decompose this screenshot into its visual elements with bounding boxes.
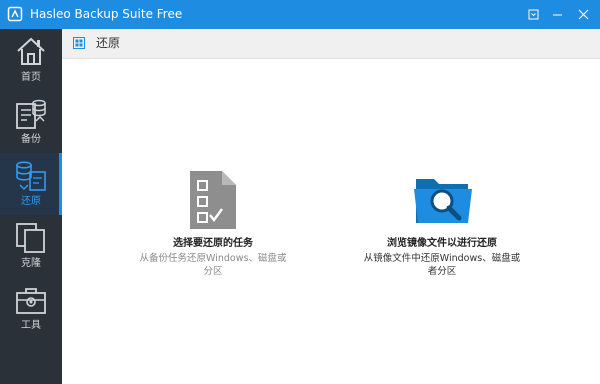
app-logo-icon [7,6,23,22]
grid-icon [73,37,85,49]
card-description: 从镜像文件中还原Windows、磁盘或者分区 [363,253,521,277]
folder-search-icon [414,179,472,223]
sidebar-item-backup[interactable]: 备份 [0,91,62,153]
toolbox-icon [16,288,46,314]
card-description: 从备份任务还原Windows、磁盘或分区 [139,253,287,277]
minimize-button[interactable] [546,0,568,29]
card-title: 浏览镜像文件以进行还原 [387,238,497,249]
sidebar: 首页 备份 还原 克隆 工具 [0,29,62,384]
menu-icon [528,9,538,20]
close-icon [578,9,588,20]
backup-icon [16,99,46,129]
minimize-icon [552,14,562,16]
checklist-document-icon [190,171,236,229]
sidebar-item-label: 克隆 [21,258,41,269]
home-icon [17,37,45,65]
sidebar-item-label: 还原 [21,196,41,207]
sidebar-item-label: 首页 [21,72,41,83]
close-button[interactable] [572,0,594,29]
sidebar-item-label: 工具 [21,320,41,331]
restore-icon [16,161,46,191]
clone-icon [16,223,45,253]
card-title: 选择要还原的任务 [173,238,253,249]
title-bar: Hasleo Backup Suite Free [0,0,600,29]
sidebar-item-home[interactable]: 首页 [0,29,62,91]
menu-button[interactable] [522,0,544,29]
page-title: 还原 [96,36,121,50]
sidebar-item-tools[interactable]: 工具 [0,277,62,339]
main-content: 选择要还原的任务 从备份任务还原Windows、磁盘或分区 浏览镜像文件以进行还… [62,59,600,384]
sidebar-item-label: 备份 [21,134,41,145]
page-header: 还原 [62,29,600,59]
sidebar-item-clone[interactable]: 克隆 [0,215,62,277]
window-title: Hasleo Backup Suite Free [30,7,183,21]
sidebar-item-restore[interactable]: 还原 [0,153,62,215]
